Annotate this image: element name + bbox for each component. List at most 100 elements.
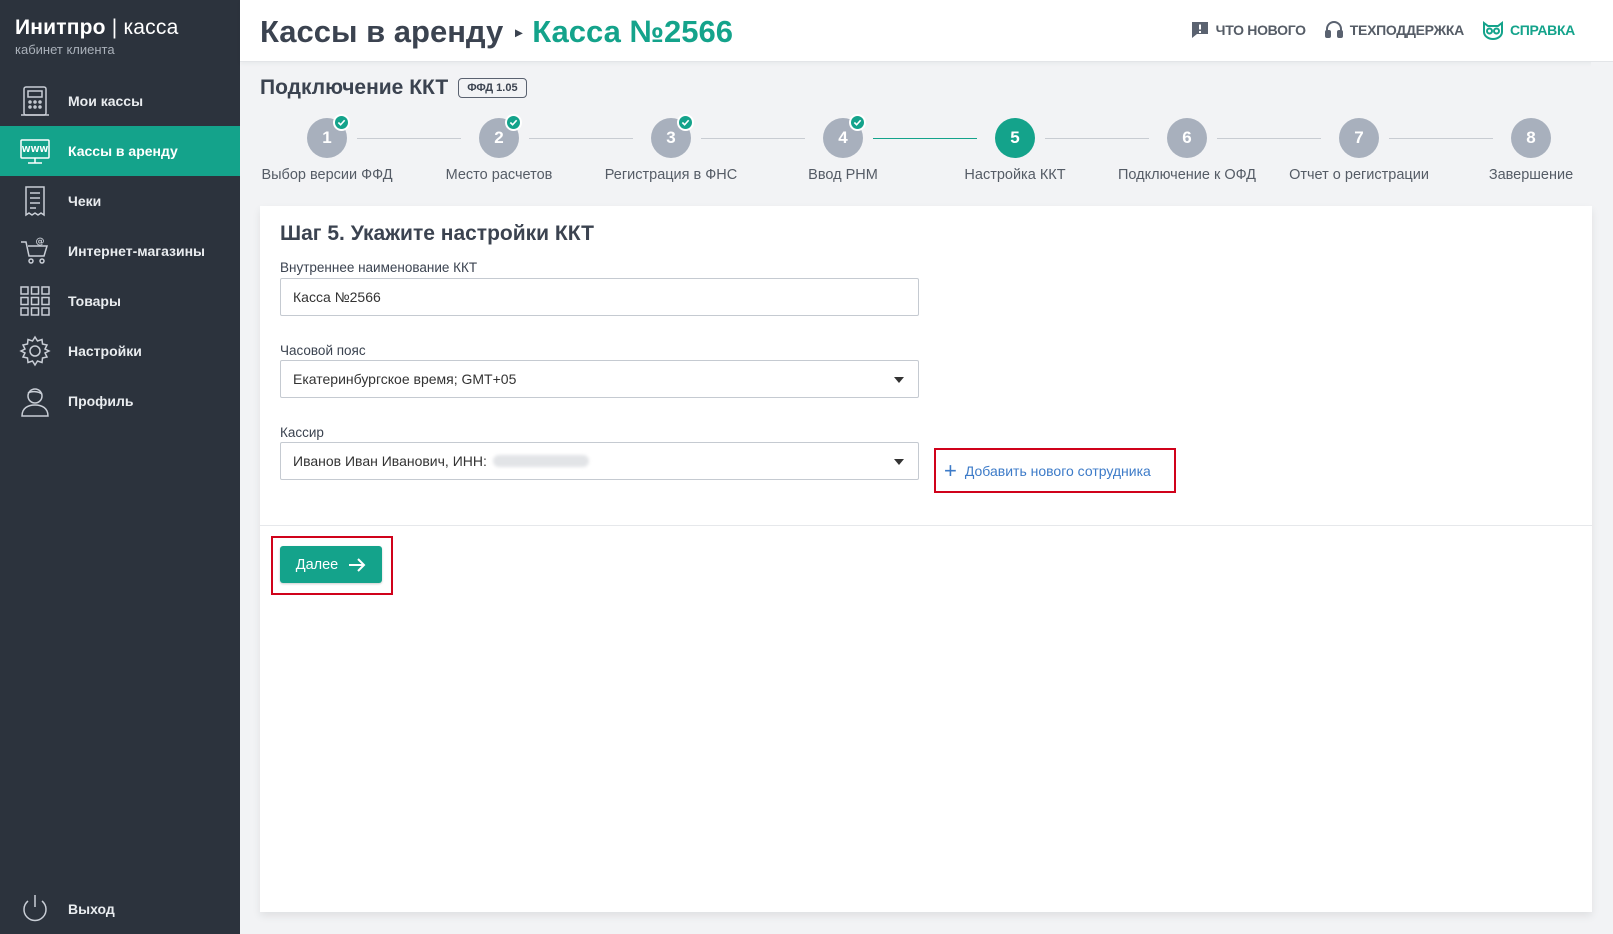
www-monitor-icon: WWW bbox=[17, 133, 53, 169]
step-label: Выбор версии ФФД bbox=[261, 167, 393, 183]
brand-separator: | bbox=[105, 16, 124, 39]
logout-label: Выход bbox=[68, 901, 115, 917]
sidebar-item-settings[interactable]: Настройки bbox=[0, 326, 240, 376]
arrow-right-icon bbox=[349, 557, 366, 572]
step-number: 4 bbox=[838, 128, 848, 147]
sidebar-item-rental-registers[interactable]: WWW Кассы в аренду bbox=[0, 126, 240, 176]
step-label: Подключение к ОФД bbox=[1118, 167, 1256, 183]
step-7: 7 Отчет о регистрации bbox=[1279, 118, 1439, 183]
step-number: 2 bbox=[494, 128, 504, 147]
sidebar: Инитпро | касса кабинет клиента Мои касс… bbox=[0, 0, 240, 934]
support-link[interactable]: ТЕХПОДДЕРЖКА bbox=[1324, 20, 1464, 40]
breadcrumb-current: Касса №2566 bbox=[532, 14, 734, 49]
step-label: Завершение bbox=[1488, 167, 1574, 183]
check-icon bbox=[677, 114, 694, 131]
add-employee-link[interactable]: + Добавить нового сотрудника bbox=[934, 448, 1176, 493]
gear-icon bbox=[17, 333, 53, 369]
step-number: 1 bbox=[322, 128, 332, 147]
scrollbar-track[interactable] bbox=[1591, 62, 1613, 934]
redacted-inn bbox=[492, 455, 589, 467]
step-2[interactable]: 2 Место расчетов bbox=[419, 114, 579, 183]
check-icon bbox=[505, 114, 522, 131]
step-label: Регистрация в ФНС bbox=[604, 167, 738, 183]
sidebar-item-label: Товары bbox=[68, 293, 121, 309]
help-label: СПРАВКА bbox=[1509, 22, 1575, 38]
sidebar-item-products[interactable]: Товары bbox=[0, 276, 240, 326]
step-circle: 7 bbox=[1339, 118, 1379, 158]
timezone-label: Часовой пояс bbox=[280, 343, 366, 358]
step-number: 3 bbox=[666, 128, 676, 147]
step-label: Отчет о регистрации bbox=[1289, 167, 1429, 183]
brand-name: Инитпро bbox=[15, 16, 106, 39]
step-3[interactable]: 3 Регистрация в ФНС bbox=[591, 114, 751, 183]
check-icon bbox=[849, 114, 866, 131]
step-8: 8 Завершение bbox=[1451, 118, 1611, 183]
sidebar-item-receipts[interactable]: Чеки bbox=[0, 176, 240, 226]
receipt-icon bbox=[17, 183, 53, 219]
next-button-label: Далее bbox=[295, 556, 339, 573]
step-label: Ввод РНМ bbox=[808, 167, 878, 183]
chevron-down-icon bbox=[894, 377, 904, 383]
brand-subtitle: кабинет клиента bbox=[15, 42, 115, 57]
svg-text:@: @ bbox=[36, 237, 45, 247]
add-employee-label: Добавить нового сотрудника bbox=[964, 462, 1151, 479]
sidebar-item-my-registers[interactable]: Мои кассы bbox=[0, 76, 240, 126]
sidebar-item-label: Чеки bbox=[68, 193, 102, 209]
step-label: Настройка ККТ bbox=[964, 167, 1066, 183]
kkt-name-value: Касса №2566 bbox=[293, 289, 381, 305]
owl-icon bbox=[1482, 21, 1503, 40]
header-links: ЧТО НОВОГО ТЕХПОДДЕРЖКА СПРАВКА bbox=[1172, 20, 1575, 40]
section-header: Подключение ККТ ФФД 1.05 bbox=[260, 76, 527, 100]
svg-text:WWW: WWW bbox=[22, 145, 49, 154]
progress-stepper: 1 Выбор версии ФФД 2 Место расчетов 3 Ре… bbox=[260, 114, 1592, 198]
cashier-select[interactable]: Иванов Иван Иванович, ИНН: bbox=[280, 442, 919, 480]
top-header: Кассы в аренду ▸ Касса №2566 ЧТО НОВОГО … bbox=[240, 0, 1613, 62]
step-circle: 1 bbox=[307, 114, 350, 158]
announcement-icon bbox=[1191, 22, 1208, 38]
step-number: 8 bbox=[1526, 128, 1536, 147]
step-1[interactable]: 1 Выбор версии ФФД bbox=[247, 114, 407, 183]
user-icon bbox=[17, 383, 53, 419]
kkt-name-input[interactable]: Касса №2566 bbox=[280, 278, 919, 316]
kkt-name-label: Внутреннее наименование ККТ bbox=[280, 260, 478, 275]
sidebar-item-label: Профиль bbox=[68, 393, 134, 409]
form-title: Шаг 5. Укажите настройки ККТ bbox=[280, 222, 594, 245]
step-4[interactable]: 4 Ввод РНМ bbox=[763, 114, 923, 183]
timezone-value: Екатеринбургское время; GMT+05 bbox=[293, 371, 517, 387]
brand-product: касса bbox=[123, 16, 179, 39]
grid-icon bbox=[17, 283, 53, 319]
cashier-label: Кассир bbox=[280, 425, 324, 440]
support-label: ТЕХПОДДЕРЖКА bbox=[1349, 22, 1464, 38]
sidebar-item-label: Настройки bbox=[68, 343, 142, 359]
sidebar-item-label: Мои кассы bbox=[68, 93, 144, 109]
sidebar-item-profile[interactable]: Профиль bbox=[0, 376, 240, 426]
whats-new-link[interactable]: ЧТО НОВОГО bbox=[1190, 20, 1306, 40]
brand-logo[interactable]: Инитпро | касса кабинет клиента bbox=[15, 16, 178, 57]
step-circle: 5 bbox=[995, 118, 1035, 158]
form-card: Шаг 5. Укажите настройки ККТ Внутреннее … bbox=[260, 206, 1592, 912]
step-circle: 3 bbox=[651, 114, 694, 158]
check-icon bbox=[333, 114, 350, 131]
section-title: Подключение ККТ bbox=[260, 76, 449, 99]
breadcrumb-arrow-icon: ▸ bbox=[515, 23, 523, 40]
sidebar-item-label: Интернет-магазины bbox=[68, 243, 206, 259]
step-number: 6 bbox=[1182, 128, 1192, 147]
step-circle: 4 bbox=[823, 114, 866, 158]
sidebar-item-online-stores[interactable]: @ Интернет-магазины bbox=[0, 226, 240, 276]
cash-register-icon bbox=[17, 83, 53, 119]
cashier-value: Иванов Иван Иванович, ИНН: bbox=[293, 453, 487, 469]
breadcrumb: Кассы в аренду ▸ Касса №2566 bbox=[260, 14, 733, 50]
headset-icon bbox=[1324, 21, 1343, 38]
next-button[interactable]: Далее bbox=[280, 546, 382, 583]
power-icon bbox=[17, 891, 53, 927]
step-5[interactable]: 5 Настройка ККТ bbox=[935, 118, 1095, 183]
breadcrumb-parent[interactable]: Кассы в аренду bbox=[260, 14, 503, 50]
help-link[interactable]: СПРАВКА bbox=[1482, 20, 1575, 40]
whats-new-label: ЧТО НОВОГО bbox=[1215, 22, 1306, 38]
shopping-cart-icon: @ bbox=[17, 233, 53, 269]
brand-title: Инитпро | касса bbox=[15, 16, 178, 40]
timezone-select[interactable]: Екатеринбургское время; GMT+05 bbox=[280, 360, 919, 398]
logout-button[interactable]: Выход bbox=[17, 890, 115, 928]
step-circle: 6 bbox=[1167, 118, 1207, 158]
step-number: 7 bbox=[1354, 128, 1364, 147]
